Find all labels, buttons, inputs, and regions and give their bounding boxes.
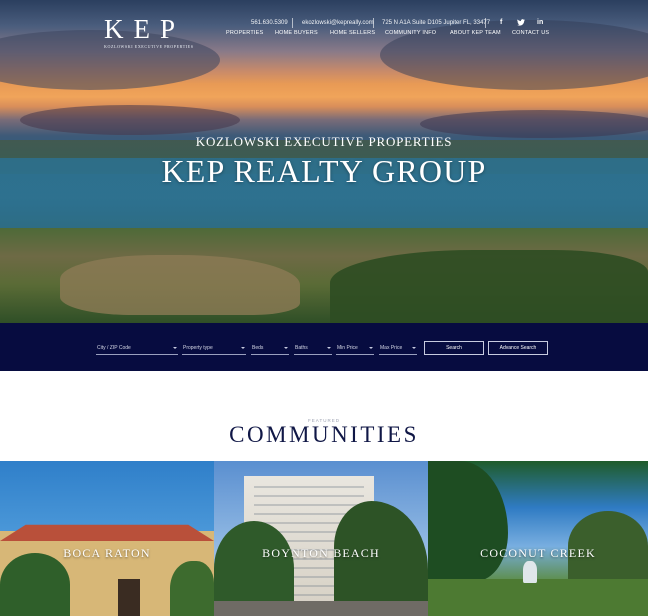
twitter-icon[interactable] <box>517 19 525 28</box>
city-zip-input[interactable]: City / ZIP Code <box>96 344 178 355</box>
hero-subtitle: KOZLOWSKI EXECUTIVE PROPERTIES <box>195 134 453 149</box>
beds-label: Beds <box>252 345 264 351</box>
community-label: BOYNTON BEACH <box>262 546 380 560</box>
nav-community-info[interactable]: COMMUNITY INFO <box>385 30 436 36</box>
hero-title: KEP REALTY GROUP <box>161 153 487 189</box>
property-search-bar: City / ZIP Code Property type Beds Baths… <box>0 323 648 371</box>
baths-select[interactable]: Baths <box>294 344 332 355</box>
front-door <box>118 579 140 616</box>
nav-contact[interactable]: CONTACT US <box>512 30 549 36</box>
community-label: COCONUT CREEK <box>480 546 596 560</box>
cloud <box>20 105 240 135</box>
community-card-boca-raton[interactable]: BOCA RATON <box>0 461 214 616</box>
advance-search-button[interactable]: Advance Search <box>488 341 548 355</box>
community-card-boynton-beach[interactable]: BOYNTON BEACH <box>214 461 428 616</box>
facebook-icon[interactable]: f <box>500 19 502 26</box>
roof <box>0 524 214 541</box>
email-link[interactable]: ekozlowski@kepreally.com <box>302 20 374 26</box>
logo-tagline: KOZLOWSKI EXECUTIVE PROPERTIES <box>104 44 194 49</box>
beds-select[interactable]: Beds <box>251 344 289 355</box>
phone-link[interactable]: 561.630.5309 <box>251 20 288 26</box>
community-label: BOCA RATON <box>63 546 151 560</box>
property-type-label: Property type <box>183 345 213 351</box>
chevron-down-icon <box>284 347 288 349</box>
linkedin-icon[interactable]: in <box>537 19 543 26</box>
nav-properties[interactable]: PROPERTIES <box>226 30 263 36</box>
address-text: 725 N A1A Suite D105 Jupiter FL, 33477 <box>382 20 491 26</box>
divider <box>292 18 293 28</box>
chevron-down-icon <box>327 347 331 349</box>
nav-home-buyers[interactable]: HOME BUYERS <box>275 30 318 36</box>
max-price-select[interactable]: Max Price <box>379 344 417 355</box>
community-card-coconut-creek[interactable]: COCONUT CREEK <box>428 461 648 616</box>
min-price-label: Min Price <box>337 345 358 351</box>
min-price-select[interactable]: Min Price <box>336 344 374 355</box>
search-button[interactable]: Search <box>424 341 484 355</box>
lawn <box>428 579 648 616</box>
chevron-down-icon <box>369 347 373 349</box>
shrub <box>170 561 214 616</box>
nav-about[interactable]: ABOUT KEP TEAM <box>450 30 501 36</box>
oak-tree <box>428 461 508 581</box>
property-type-select[interactable]: Property type <box>182 344 246 355</box>
divider <box>373 18 374 28</box>
chevron-down-icon <box>412 347 416 349</box>
site-logo[interactable]: KEP KOZLOWSKI EXECUTIVE PROPERTIES <box>104 14 194 50</box>
baths-label: Baths <box>295 345 308 351</box>
city-zip-placeholder: City / ZIP Code <box>97 345 131 351</box>
logo-mark: KEP <box>104 14 186 44</box>
trees <box>330 250 648 323</box>
top-bar: KEP KOZLOWSKI EXECUTIVE PROPERTIES 561.6… <box>0 10 648 50</box>
nav-home-sellers[interactable]: HOME SELLERS <box>330 30 375 36</box>
driveway <box>214 601 428 616</box>
chevron-down-icon <box>173 347 177 349</box>
max-price-label: Max Price <box>380 345 403 351</box>
lawn <box>60 255 300 315</box>
divider <box>485 18 486 28</box>
chevron-down-icon <box>241 347 245 349</box>
fountain <box>523 561 537 583</box>
section-title: COMMUNITIES <box>229 422 419 447</box>
palm-tree <box>0 553 70 616</box>
